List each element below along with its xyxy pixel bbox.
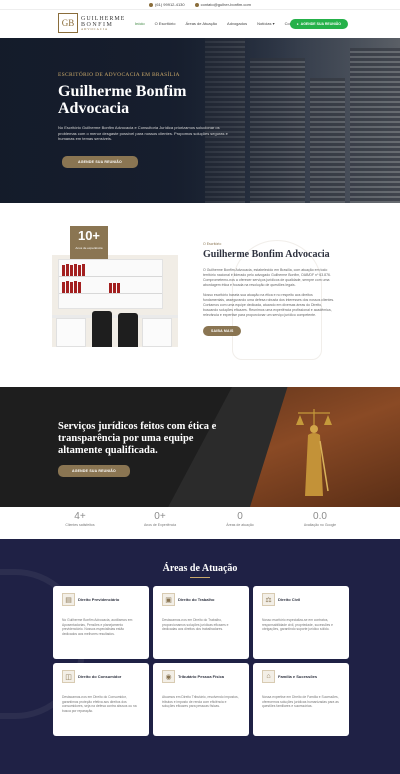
about-section: 10+ Anos de experiência O Escritório Gui… xyxy=(0,203,400,387)
hero-section: ESCRITÓRIO DE ADVOCACIA EM BRASÍLIA Guil… xyxy=(0,38,400,203)
office-chair xyxy=(118,313,138,347)
hero-schedule-button[interactable]: AGENDE SUA REUNIÃO xyxy=(62,155,138,168)
stat-areas: 0 Áreas de atuação xyxy=(226,511,254,527)
nav-item-advogados[interactable]: Advogados xyxy=(227,21,247,26)
areas-title: Áreas de Atuação xyxy=(162,563,238,574)
document-icon: ▤ xyxy=(62,593,75,606)
person-icon: ◉ xyxy=(162,670,175,683)
stats-section: 4+ Clientes satisfeitos 0+ Anos de Exper… xyxy=(0,507,400,539)
hero-content: ESCRITÓRIO DE ADVOCACIA EM BRASÍLIA Guil… xyxy=(58,72,233,168)
area-card-consumidor[interactable]: ◫ Direito do Consumidor Destacamos-nos em… xyxy=(53,663,149,736)
briefcase-icon: ▣ xyxy=(162,593,175,606)
nav-item-escritorio[interactable]: O Escritório xyxy=(155,21,176,26)
whatsapp-icon xyxy=(149,2,154,7)
about-more-button[interactable]: SAIBA MAIS xyxy=(203,326,242,336)
drawer xyxy=(142,318,172,347)
logo-text: GUILHERME BONFIM ADVOCACIA xyxy=(81,15,126,31)
office-photo xyxy=(52,255,178,347)
about-title: Guilherme Bonfim Advocacia xyxy=(203,249,330,260)
title-divider xyxy=(190,577,210,578)
chevron-down-icon: ▾ xyxy=(272,21,275,26)
email-contact[interactable]: contato@gulher-bonfim.com xyxy=(194,2,251,7)
about-paragraph: Nosso escritório baseia sua atuação na é… xyxy=(203,293,335,317)
cta-banner: Serviços jurídicos feitos com ética e tr… xyxy=(0,387,400,507)
stat-clients: 4+ Clientes satisfeitos xyxy=(65,511,95,527)
logo-monogram: GB xyxy=(58,13,78,33)
area-card-familia[interactable]: ⌂ Família e Sucessões Nossa expertise em … xyxy=(253,663,349,736)
area-card-civil[interactable]: ⚖ Direito Civil Nosso escritório especial… xyxy=(253,586,349,659)
banner-title: Serviços jurídicos feitos com ética e tr… xyxy=(58,421,217,456)
hero-title: Guilherme Bonfim Advocacia xyxy=(58,83,187,117)
area-card-trabalho[interactable]: ▣ Direito do Trabalho Destacamos-nos em D… xyxy=(153,586,249,659)
mail-icon xyxy=(194,2,199,7)
main-nav: Início O Escritório Áreas de Atuação Adv… xyxy=(135,21,299,26)
areas-grid: ▤ Direito Previdenciário No Guilherme Bon… xyxy=(53,586,349,736)
practice-areas-section: Áreas de Atuação ▤ Direito Previdenciário… xyxy=(0,539,400,774)
banner-schedule-button[interactable]: AGENDE SUA REUNIÃO xyxy=(58,465,130,477)
house-icon: ⌂ xyxy=(262,670,275,683)
cart-icon: ◫ xyxy=(62,670,75,683)
stat-experience: 0+ Anos de Experiência xyxy=(143,511,177,527)
site-logo[interactable]: GB GUILHERME BONFIM ADVOCACIA xyxy=(58,13,125,33)
nav-item-noticias[interactable]: Notícias ▾ xyxy=(257,21,275,26)
bookshelf xyxy=(58,259,163,309)
hero-eyebrow: ESCRITÓRIO DE ADVOCACIA EM BRASÍLIA xyxy=(58,72,180,78)
schedule-meeting-button[interactable]: ● AGENDE SUA REUNIÃO xyxy=(289,19,348,29)
nav-item-areas[interactable]: Áreas de Atuação xyxy=(185,21,217,26)
scale-icon: ⚖ xyxy=(262,593,275,606)
phone-contact[interactable]: (61) 99912-4130 xyxy=(149,2,185,7)
about-paragraph: O Guilherme Bonfim Advocacia, estabeleci… xyxy=(203,268,331,287)
office-chair xyxy=(92,311,112,347)
stat-google-rating: 0.0 Avaliação no Google xyxy=(303,511,337,527)
area-card-tributario[interactable]: ◉ Tributário Pessoa Física Atuamos em Dir… xyxy=(153,663,249,736)
drawer xyxy=(56,318,86,347)
hero-description: No Escritório Guilherme Bonfim Advocacia… xyxy=(58,125,228,141)
area-card-previdenciario[interactable]: ▤ Direito Previdenciário No Guilherme Bon… xyxy=(53,586,149,659)
nav-item-inicio[interactable]: Início xyxy=(135,21,145,26)
site-header: GB GUILHERME BONFIM ADVOCACIA Início O E… xyxy=(0,10,400,38)
top-contact-bar: (61) 99912-4130 contato@gulher-bonfim.co… xyxy=(0,0,400,10)
experience-counter: 10+ Anos de experiência xyxy=(70,226,108,259)
whatsapp-icon: ● xyxy=(296,22,299,26)
justice-statue-image xyxy=(296,409,332,496)
about-content: O Escritório Guilherme Bonfim Advocacia … xyxy=(203,242,335,337)
about-eyebrow: O Escritório xyxy=(203,242,222,246)
banner-content: Serviços jurídicos feitos com ética e tr… xyxy=(58,421,228,477)
